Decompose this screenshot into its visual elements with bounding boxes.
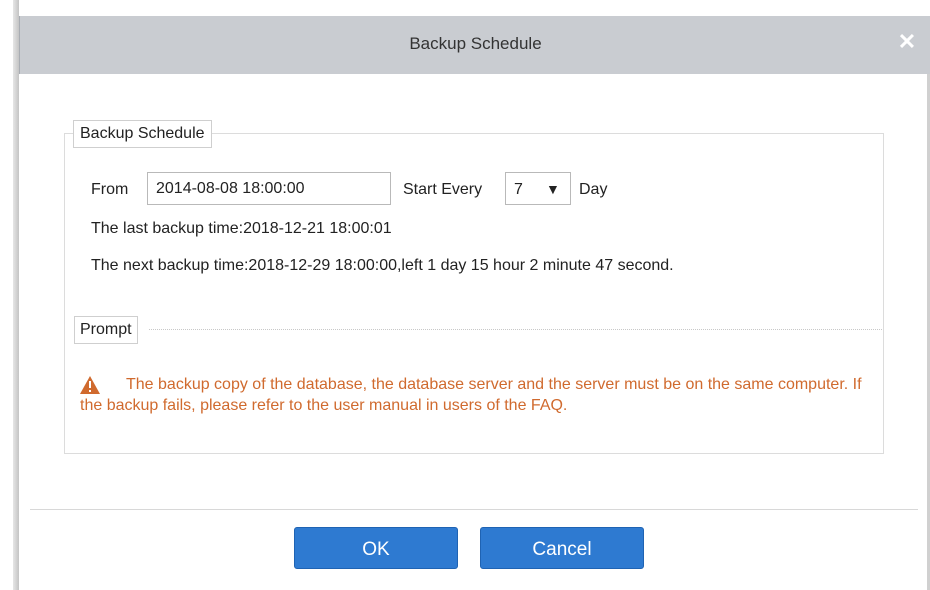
prompt-message: The backup copy of the database, the dat… (80, 374, 880, 416)
cancel-button[interactable]: Cancel (480, 527, 644, 569)
prompt-divider (149, 329, 882, 330)
interval-select[interactable]: 7 ▼ (505, 172, 571, 205)
interval-select-value: 7 (514, 181, 523, 198)
start-every-label: Start Every (403, 181, 483, 198)
ok-button[interactable]: OK (294, 527, 458, 569)
from-label: From (91, 181, 129, 198)
next-backup-time: The next backup time:2018-12-29 18:00:00… (91, 257, 674, 274)
close-icon[interactable]: ✕ (896, 31, 918, 53)
dialog-titlebar: Backup Schedule ✕ (19, 16, 930, 74)
day-label: Day (579, 181, 608, 198)
from-datetime-input[interactable] (147, 172, 391, 205)
backup-schedule-dialog: Backup Schedule ✕ Backup Schedule From S… (0, 0, 930, 590)
backup-schedule-legend: Backup Schedule (73, 120, 212, 148)
dialog-title: Backup Schedule (409, 34, 542, 53)
dropdown-arrow-icon: ▼ (546, 181, 560, 197)
window-left-edge (13, 0, 19, 590)
prompt-legend: Prompt (74, 316, 138, 344)
last-backup-time: The last backup time:2018-12-21 18:00:01 (91, 220, 392, 237)
footer-divider (30, 509, 918, 510)
prompt-message-text: The backup copy of the database, the dat… (80, 376, 862, 414)
warning-icon (80, 376, 100, 394)
